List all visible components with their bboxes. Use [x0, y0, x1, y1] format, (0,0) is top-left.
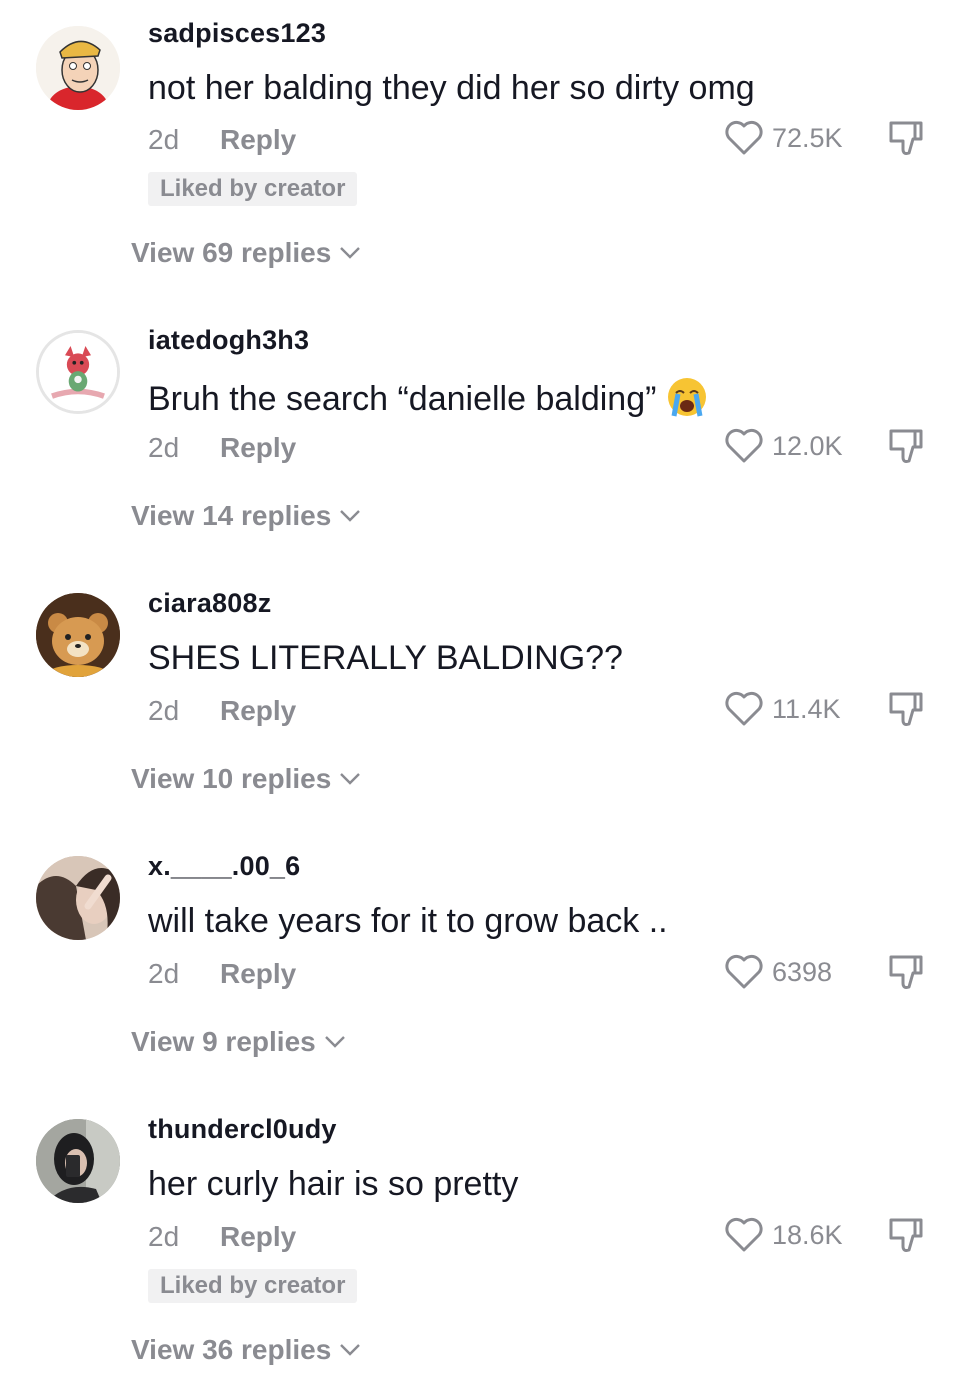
view-replies-label: View 36 replies [131, 1334, 332, 1365]
chevron-down-icon [340, 1344, 361, 1356]
reply-button[interactable]: Reply [220, 1221, 296, 1253]
thumbs-down-icon [889, 1218, 923, 1252]
comment-item: thundercl0udy her curly hair is so prett… [0, 0, 960, 1394]
avatar[interactable] [36, 1119, 120, 1203]
liked-by-creator-badge: Liked by creator [148, 1269, 358, 1303]
heart-icon [725, 1217, 763, 1252]
mirror-selfie-avatar [36, 1119, 120, 1203]
like-button[interactable]: 18.6K [724, 1217, 843, 1253]
view-replies-button[interactable]: View 36 replies [131, 1334, 361, 1366]
like-count: 18.6K [772, 1219, 843, 1250]
comment-username[interactable]: thundercl0udy [148, 1114, 337, 1145]
comment-text: her curly hair is so pretty [148, 1165, 519, 1203]
comment-time: 2d [148, 1221, 180, 1252]
dislike-button[interactable] [887, 1216, 929, 1256]
